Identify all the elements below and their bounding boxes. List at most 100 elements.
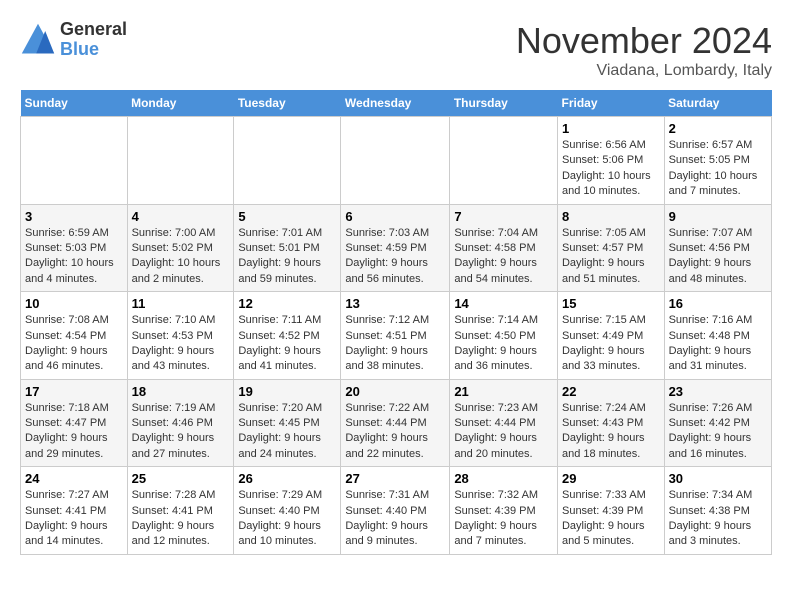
day-info: Sunrise: 7:32 AMSunset: 4:39 PMDaylight:…: [454, 488, 553, 550]
day-info: Sunrise: 7:18 AMSunset: 4:47 PMDaylight:…: [25, 401, 123, 463]
calendar-cell: 30 Sunrise: 7:34 AMSunset: 4:38 PMDayligh…: [664, 467, 771, 555]
weekday-header: Sunday: [21, 90, 128, 117]
calendar-cell: 7Sunrise: 7:04 AMSunset: 4:58 PMDaylight…: [450, 204, 558, 292]
day-number: 13: [345, 296, 445, 311]
day-info: Sunrise: 7:00 AMSunset: 5:02 PMDaylight:…: [132, 226, 230, 288]
calendar-cell: 19 Sunrise: 7:20 AMSunset: 4:45 PMDayligh…: [234, 379, 341, 467]
calendar-cell: [234, 117, 341, 205]
weekday-header: Saturday: [664, 90, 771, 117]
day-number: 24: [25, 471, 123, 486]
month-title: November 2024: [516, 20, 772, 62]
day-info: Sunrise: 7:01 AMSunset: 5:01 PMDaylight:…: [238, 226, 336, 288]
day-number: 2: [669, 121, 767, 136]
calendar-cell: 28 Sunrise: 7:32 AMSunset: 4:39 PMDayligh…: [450, 467, 558, 555]
calendar-cell: 24 Sunrise: 7:27 AMSunset: 4:41 PMDayligh…: [21, 467, 128, 555]
day-info: Sunrise: 7:27 AMSunset: 4:41 PMDaylight:…: [25, 488, 123, 550]
day-info: Sunrise: 7:28 AMSunset: 4:41 PMDaylight:…: [132, 488, 230, 550]
weekday-header: Thursday: [450, 90, 558, 117]
weekday-header: Monday: [127, 90, 234, 117]
page-header: General Blue November 2024 Viadana, Lomb…: [20, 20, 772, 80]
calendar-cell: [450, 117, 558, 205]
day-info: Sunrise: 7:20 AMSunset: 4:45 PMDaylight:…: [238, 401, 336, 463]
calendar-cell: 29Sunrise: 7:33 AMSunset: 4:39 PMDayligh…: [557, 467, 664, 555]
calendar-cell: 9Sunrise: 7:07 AMSunset: 4:56 PMDaylight…: [664, 204, 771, 292]
calendar-cell: 12 Sunrise: 7:11 AMSunset: 4:52 PMDayligh…: [234, 292, 341, 380]
title-area: November 2024 Viadana, Lombardy, Italy: [516, 20, 772, 80]
day-info: Sunrise: 7:23 AMSunset: 4:44 PMDaylight:…: [454, 401, 553, 463]
calendar-cell: 10 Sunrise: 7:08 AMSunset: 4:54 PMDayligh…: [21, 292, 128, 380]
day-number: 28: [454, 471, 553, 486]
calendar-cell: 2 Sunrise: 6:57 AMSunset: 5:05 PMDaylight…: [664, 117, 771, 205]
day-info: Sunrise: 7:16 AMSunset: 4:48 PMDaylight:…: [669, 313, 767, 375]
calendar-cell: 16 Sunrise: 7:16 AMSunset: 4:48 PMDayligh…: [664, 292, 771, 380]
calendar-table: SundayMondayTuesdayWednesdayThursdayFrid…: [20, 90, 772, 555]
logo-general: General: [60, 20, 127, 40]
day-number: 19: [238, 384, 336, 399]
day-number: 12: [238, 296, 336, 311]
day-info: Sunrise: 6:56 AMSunset: 5:06 PMDaylight:…: [562, 138, 660, 200]
day-number: 1: [562, 121, 660, 136]
calendar-cell: 1 Sunrise: 6:56 AMSunset: 5:06 PMDaylight…: [557, 117, 664, 205]
day-info: Sunrise: 7:10 AMSunset: 4:53 PMDaylight:…: [132, 313, 230, 375]
calendar-cell: 15 Sunrise: 7:15 AMSunset: 4:49 PMDayligh…: [557, 292, 664, 380]
day-info: Sunrise: 7:31 AMSunset: 4:40 PMDaylight:…: [345, 488, 445, 550]
day-number: 16: [669, 296, 767, 311]
day-number: 11: [132, 296, 230, 311]
logo-icon: [20, 22, 56, 58]
calendar-cell: 11 Sunrise: 7:10 AMSunset: 4:53 PMDayligh…: [127, 292, 234, 380]
day-number: 10: [25, 296, 123, 311]
day-number: 6: [345, 209, 445, 224]
weekday-header-row: SundayMondayTuesdayWednesdayThursdayFrid…: [21, 90, 772, 117]
calendar-week-row: 24 Sunrise: 7:27 AMSunset: 4:41 PMDayligh…: [21, 467, 772, 555]
day-number: 18: [132, 384, 230, 399]
calendar-cell: 25 Sunrise: 7:28 AMSunset: 4:41 PMDayligh…: [127, 467, 234, 555]
day-info: Sunrise: 7:29 AMSunset: 4:40 PMDaylight:…: [238, 488, 336, 550]
day-info: Sunrise: 6:59 AMSunset: 5:03 PMDaylight:…: [25, 226, 123, 288]
calendar-cell: 21 Sunrise: 7:23 AMSunset: 4:44 PMDayligh…: [450, 379, 558, 467]
day-info: Sunrise: 7:14 AMSunset: 4:50 PMDaylight:…: [454, 313, 553, 375]
day-number: 15: [562, 296, 660, 311]
day-number: 30: [669, 471, 767, 486]
day-info: Sunrise: 7:22 AMSunset: 4:44 PMDaylight:…: [345, 401, 445, 463]
calendar-cell: 14Sunrise: 7:14 AMSunset: 4:50 PMDayligh…: [450, 292, 558, 380]
day-number: 27: [345, 471, 445, 486]
day-info: Sunrise: 7:08 AMSunset: 4:54 PMDaylight:…: [25, 313, 123, 375]
day-info: Sunrise: 7:05 AMSunset: 4:57 PMDaylight:…: [562, 226, 660, 288]
day-info: Sunrise: 7:34 AMSunset: 4:38 PMDaylight:…: [669, 488, 767, 550]
day-number: 23: [669, 384, 767, 399]
day-number: 26: [238, 471, 336, 486]
logo-blue: Blue: [60, 40, 127, 60]
calendar-week-row: 1 Sunrise: 6:56 AMSunset: 5:06 PMDaylight…: [21, 117, 772, 205]
calendar-cell: [21, 117, 128, 205]
calendar-cell: 18Sunrise: 7:19 AMSunset: 4:46 PMDayligh…: [127, 379, 234, 467]
logo-text: General Blue: [60, 20, 127, 60]
calendar-cell: 3 Sunrise: 6:59 AMSunset: 5:03 PMDaylight…: [21, 204, 128, 292]
day-info: Sunrise: 6:57 AMSunset: 5:05 PMDaylight:…: [669, 138, 767, 200]
day-info: Sunrise: 7:04 AMSunset: 4:58 PMDaylight:…: [454, 226, 553, 288]
day-number: 17: [25, 384, 123, 399]
day-number: 21: [454, 384, 553, 399]
day-number: 3: [25, 209, 123, 224]
calendar-cell: 23Sunrise: 7:26 AMSunset: 4:42 PMDayligh…: [664, 379, 771, 467]
day-number: 20: [345, 384, 445, 399]
day-info: Sunrise: 7:12 AMSunset: 4:51 PMDaylight:…: [345, 313, 445, 375]
day-info: Sunrise: 7:11 AMSunset: 4:52 PMDaylight:…: [238, 313, 336, 375]
calendar-cell: 4Sunrise: 7:00 AMSunset: 5:02 PMDaylight…: [127, 204, 234, 292]
calendar-cell: 26 Sunrise: 7:29 AMSunset: 4:40 PMDayligh…: [234, 467, 341, 555]
calendar-week-row: 17 Sunrise: 7:18 AMSunset: 4:47 PMDayligh…: [21, 379, 772, 467]
logo: General Blue: [20, 20, 127, 60]
day-info: Sunrise: 7:24 AMSunset: 4:43 PMDaylight:…: [562, 401, 660, 463]
calendar-week-row: 10 Sunrise: 7:08 AMSunset: 4:54 PMDayligh…: [21, 292, 772, 380]
calendar-cell: 17 Sunrise: 7:18 AMSunset: 4:47 PMDayligh…: [21, 379, 128, 467]
calendar-week-row: 3 Sunrise: 6:59 AMSunset: 5:03 PMDaylight…: [21, 204, 772, 292]
day-info: Sunrise: 7:33 AMSunset: 4:39 PMDaylight:…: [562, 488, 660, 550]
calendar-cell: 8 Sunrise: 7:05 AMSunset: 4:57 PMDaylight…: [557, 204, 664, 292]
day-info: Sunrise: 7:15 AMSunset: 4:49 PMDaylight:…: [562, 313, 660, 375]
calendar-cell: 27 Sunrise: 7:31 AMSunset: 4:40 PMDayligh…: [341, 467, 450, 555]
day-number: 8: [562, 209, 660, 224]
weekday-header: Wednesday: [341, 90, 450, 117]
weekday-header: Tuesday: [234, 90, 341, 117]
day-number: 9: [669, 209, 767, 224]
calendar-cell: [127, 117, 234, 205]
day-number: 25: [132, 471, 230, 486]
